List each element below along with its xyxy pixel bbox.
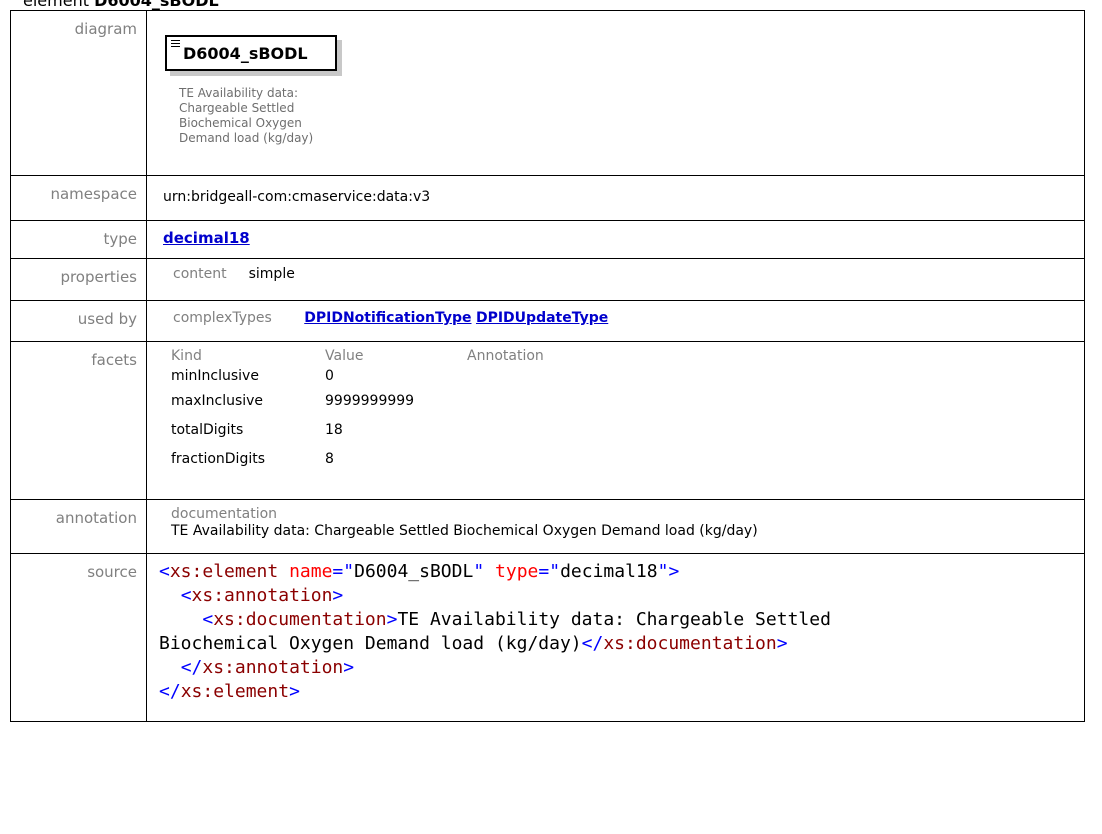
type-cell: decimal18 bbox=[146, 220, 1085, 259]
element-doc-table: diagram D6004_sBODL TE Availability data… bbox=[10, 10, 1085, 722]
facet-value: 18 bbox=[325, 422, 343, 438]
used-by-list: complexTypes DPIDNotificationType DPIDUp… bbox=[173, 310, 1084, 326]
facets-header-annotation: Annotation bbox=[467, 348, 544, 364]
facet-kind: minInclusive bbox=[171, 368, 259, 384]
label-type: type bbox=[10, 220, 147, 259]
diagram-cell: D6004_sBODL TE Availability data: Charge… bbox=[146, 10, 1085, 176]
used-by-key: complexTypes bbox=[173, 310, 272, 326]
facet-value: 0 bbox=[325, 368, 334, 384]
facet-row: minInclusive 0 bbox=[171, 368, 544, 393]
used-by-cell: complexTypes DPIDNotificationType DPIDUp… bbox=[146, 300, 1085, 342]
facets-header-value: Value bbox=[325, 348, 364, 364]
facet-value: 9999999999 bbox=[325, 393, 415, 409]
diagram-element-box[interactable]: D6004_sBODL bbox=[165, 35, 337, 71]
row-used-by: used by complexTypes DPIDNotificationTyp… bbox=[10, 300, 1085, 342]
property-value: simple bbox=[248, 266, 295, 282]
used-by-link-dpidnotificationtype[interactable]: DPIDNotificationType bbox=[304, 310, 471, 326]
source-code: <xs:element name="D6004_sBODL" type="dec… bbox=[159, 561, 831, 702]
property-content: content simple bbox=[173, 266, 1084, 282]
label-facets: facets bbox=[10, 341, 147, 500]
source-cell: <xs:element name="D6004_sBODL" type="dec… bbox=[146, 553, 1085, 722]
row-properties: properties content simple bbox=[10, 258, 1085, 301]
element-lines-icon bbox=[171, 40, 180, 47]
used-by-link-dpidupdatetype[interactable]: DPIDUpdateType bbox=[476, 310, 608, 326]
namespace-cell: urn:bridgeall-com:cmaservice:data:v3 bbox=[146, 175, 1085, 221]
facets-header-row: Kind Value Annotation bbox=[171, 348, 544, 368]
facet-kind: fractionDigits bbox=[171, 451, 266, 467]
annotation-cell: documentation TE Availability data: Char… bbox=[146, 499, 1085, 554]
heading-prefix: element bbox=[23, 0, 95, 10]
label-annotation: annotation bbox=[10, 499, 147, 554]
row-facets: facets Kind Value Annotation minInclusiv… bbox=[10, 341, 1085, 500]
label-properties: properties bbox=[10, 258, 147, 301]
namespace-value: urn:bridgeall-com:cmaservice:data:v3 bbox=[163, 189, 431, 205]
facets-cell: Kind Value Annotation minInclusive 0 max… bbox=[146, 341, 1085, 500]
diagram-caption: TE Availability data: Chargeable Settled… bbox=[179, 86, 314, 145]
row-namespace: namespace urn:bridgeall-com:cmaservice:d… bbox=[10, 175, 1085, 221]
element-diagram: D6004_sBODL TE Availability data: Charge… bbox=[162, 31, 342, 171]
facet-row: fractionDigits 8 bbox=[171, 451, 544, 480]
facets-header-kind: Kind bbox=[171, 348, 202, 364]
facet-row: maxInclusive 9999999999 bbox=[171, 393, 544, 422]
facet-row: totalDigits 18 bbox=[171, 422, 544, 451]
properties-cell: content simple bbox=[146, 258, 1085, 301]
facet-kind: totalDigits bbox=[171, 422, 244, 438]
row-type: type decimal18 bbox=[10, 220, 1085, 259]
diagram-element-name: D6004_sBODL bbox=[183, 44, 308, 63]
label-namespace: namespace bbox=[10, 175, 147, 221]
label-used-by: used by bbox=[10, 300, 147, 342]
property-key: content bbox=[173, 266, 227, 282]
row-annotation: annotation documentation TE Availability… bbox=[10, 499, 1085, 554]
label-source: source bbox=[10, 553, 147, 722]
label-diagram: diagram bbox=[10, 10, 147, 176]
type-link[interactable]: decimal18 bbox=[163, 229, 1084, 247]
facet-value: 8 bbox=[325, 451, 334, 467]
heading-element-name: D6004_sBODL bbox=[94, 0, 219, 10]
row-source: source <xs:element name="D6004_sBODL" ty… bbox=[10, 553, 1085, 722]
facet-kind: maxInclusive bbox=[171, 393, 264, 409]
annotation-text: TE Availability data: Chargeable Settled… bbox=[171, 523, 758, 539]
facets-table: Kind Value Annotation minInclusive 0 max… bbox=[171, 348, 544, 480]
annotation-heading: documentation bbox=[171, 506, 278, 522]
row-diagram: diagram D6004_sBODL TE Availability data… bbox=[10, 10, 1085, 176]
